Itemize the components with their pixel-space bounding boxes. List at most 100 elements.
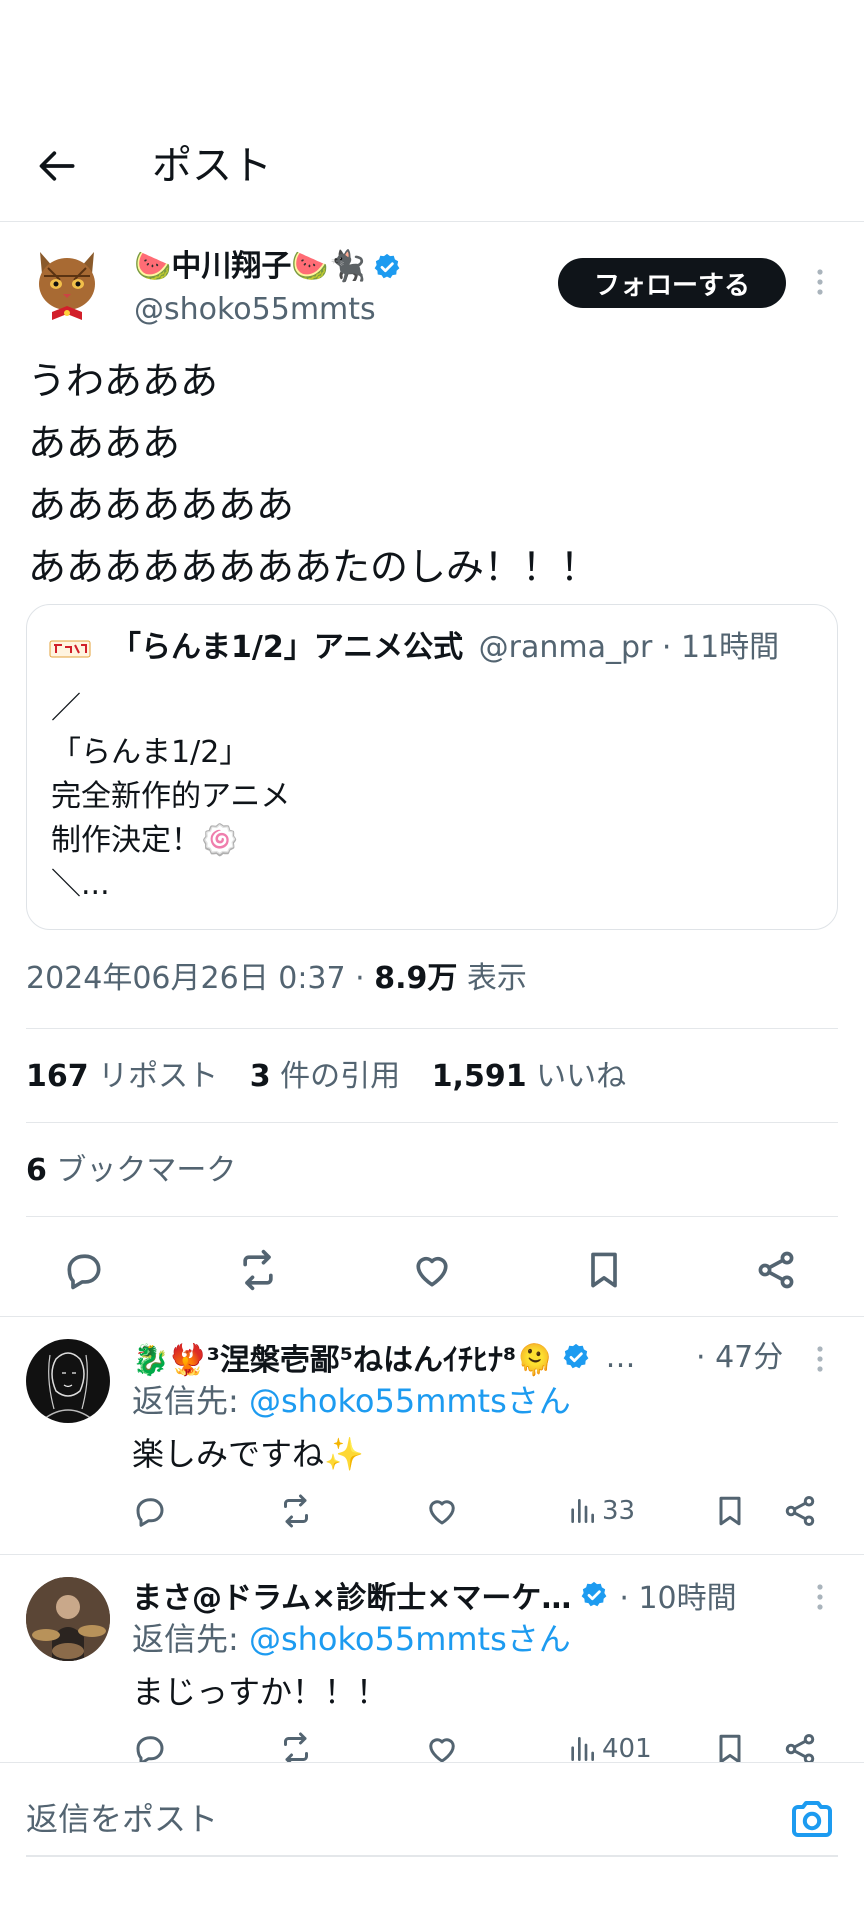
likes-count: 1,591 (431, 1059, 527, 1094)
bookmark-icon (719, 1496, 741, 1526)
reply-text: 楽しみですね✨ (132, 1435, 364, 1473)
reply-to-prefix: 返信先: (132, 1620, 249, 1658)
divider (26, 1122, 838, 1123)
reply-display-name: まさ@ドラム×診断士×マーケ… (132, 1581, 572, 1616)
views-chart-icon (571, 1499, 594, 1523)
reply-to: 返信先: @shoko55mmtsさん (132, 1379, 571, 1423)
reply-to-handle[interactable]: @shoko55mmtsさん (249, 1620, 571, 1658)
bookmark-icon (591, 1252, 617, 1288)
reply-bookmark-button[interactable] (712, 1493, 748, 1529)
ranma-logo-icon (49, 640, 91, 658)
reply-composer: 返信をポスト (0, 1762, 864, 1920)
reply-input[interactable]: 返信をポスト (26, 1795, 766, 1843)
reply-text: まじっすか！！！ (132, 1673, 389, 1711)
like-button[interactable] (410, 1248, 454, 1292)
heart-icon (416, 1256, 448, 1287)
likes-stat[interactable]: 1,591 いいね (432, 1059, 626, 1094)
reply-like-button[interactable] (424, 1493, 460, 1529)
follow-button[interactable]: フォローする (558, 258, 786, 308)
reply-views-count: 401 (602, 1734, 652, 1764)
share-icon (758, 1251, 794, 1289)
reply-button[interactable] (62, 1248, 106, 1292)
bookmark-icon (719, 1734, 741, 1764)
arrow-left-icon (39, 151, 75, 181)
back-button[interactable] (36, 144, 80, 188)
more-vertical-icon (817, 1346, 823, 1372)
divider (26, 1028, 838, 1029)
reply-header: 🐉🐦‍🔥³涅槃壱鄙⁵ねはんｲﾁﾋﾅ⁸🫠 … (132, 1335, 635, 1379)
quote-display-name: 「らんま1/2」アニメ公式 (111, 630, 464, 665)
bookmark-button[interactable] (582, 1248, 626, 1292)
reply-more-button[interactable] (806, 1341, 834, 1377)
verified-badge-icon (374, 253, 400, 279)
quotes-stat[interactable]: 3 件の引用 (250, 1059, 400, 1094)
reply-reply-button[interactable] (132, 1493, 168, 1529)
views-chart-icon (571, 1737, 594, 1761)
more-options-button[interactable] (806, 264, 834, 300)
cat-avatar-icon (39, 252, 95, 320)
share-button[interactable] (754, 1248, 798, 1292)
reply-time: · 47分 (696, 1340, 784, 1375)
divider (26, 1216, 838, 1217)
heart-icon (429, 1738, 455, 1763)
quote-handle: @ranma_pr (478, 630, 653, 665)
quote-line: 完全新作的アニメ (51, 779, 291, 814)
reply-to-prefix: 返信先: (132, 1382, 249, 1420)
reply-to: 返信先: @shoko55mmtsさん (132, 1617, 571, 1661)
avatar[interactable] (26, 1339, 110, 1423)
verified-badge-icon (582, 1581, 607, 1607)
author-display-name: 🍉中川翔子🍉🐈‍⬛ (134, 249, 367, 284)
bookmarks-stat[interactable]: 6 ブックマーク (26, 1150, 236, 1192)
share-icon (785, 1734, 815, 1764)
views-label: 表示 (457, 961, 527, 996)
quotes-count: 3 (249, 1059, 271, 1094)
views-count: 8.9万 (374, 961, 458, 996)
reply-repost-button[interactable] (278, 1493, 314, 1529)
reply-views-button[interactable]: 401 (566, 1731, 652, 1765)
drummer-photo-icon (26, 1577, 110, 1661)
reply-more-button[interactable] (806, 1579, 834, 1615)
reposts-count: 167 (26, 1059, 89, 1094)
quote-line: ＼... (51, 867, 110, 902)
heart-icon (429, 1500, 455, 1525)
reply-to-handle[interactable]: @shoko55mmtsさん (249, 1382, 571, 1420)
follow-button-label: フォローする (593, 270, 750, 301)
post-body-line: ああああ (28, 421, 181, 465)
camera-button[interactable] (788, 1797, 836, 1841)
reply-bookmark-button[interactable] (712, 1731, 748, 1765)
author-handle[interactable]: @shoko55mmts (134, 290, 376, 330)
verified-badge-icon (564, 1343, 589, 1369)
quoted-post-card[interactable]: 「らんま1/2」アニメ公式 @ranma_pr · 11時間 ／ 「らんま1/2… (26, 604, 838, 930)
reply-share-button[interactable] (782, 1493, 818, 1529)
reply-share-button[interactable] (782, 1731, 818, 1765)
bookmarks-count: 6 (26, 1153, 47, 1188)
reply-reply-button[interactable] (132, 1731, 168, 1765)
post-body-line: うわあああ (28, 359, 219, 403)
reposts-label: リポスト (88, 1059, 219, 1094)
author-avatar[interactable] (30, 246, 104, 324)
reply-item[interactable]: 🐉🐦‍🔥³涅槃壱鄙⁵ねはんｲﾁﾋﾅ⁸🫠 … · 47分 返信先: @shoko5… (0, 1317, 864, 1553)
quote-body: ／ 「らんま1/2」 完全新作的アニメ 制作決定！🍥 ＼... (51, 687, 290, 907)
reply-views-button[interactable]: 33 (566, 1493, 635, 1529)
reply-name-ellipsis: … (605, 1339, 636, 1375)
reply-icon (136, 1498, 164, 1527)
post-body: うわあああ ああああ あああああああ ああああああああたのしみ！！！ (28, 350, 598, 598)
reply-item[interactable]: まさ@ドラム×診断士×マーケ… · 10時間 返信先: @shoko55mmts… (0, 1555, 864, 1765)
repost-icon (243, 1249, 273, 1291)
reply-header: まさ@ドラム×診断士×マーケ… · 10時間 (132, 1573, 737, 1617)
repost-icon (284, 1494, 308, 1528)
reply-like-button[interactable] (424, 1731, 460, 1765)
reposts-stat[interactable]: 167 リポスト (26, 1059, 218, 1094)
composer-underline (26, 1855, 838, 1857)
quote-line: 「らんま1/2」 (51, 735, 250, 770)
author-name-row[interactable]: 🍉中川翔子🍉🐈‍⬛ (134, 246, 402, 288)
quote-line: ／ (51, 691, 81, 726)
page-title: ポスト (152, 143, 272, 189)
sketch-avatar-icon (43, 1352, 93, 1420)
header-divider (0, 221, 864, 222)
avatar[interactable] (26, 1577, 110, 1661)
repost-button[interactable] (236, 1248, 280, 1292)
reply-repost-button[interactable] (278, 1731, 314, 1765)
reply-time: · 10時間 (619, 1581, 737, 1616)
share-icon (785, 1496, 815, 1526)
